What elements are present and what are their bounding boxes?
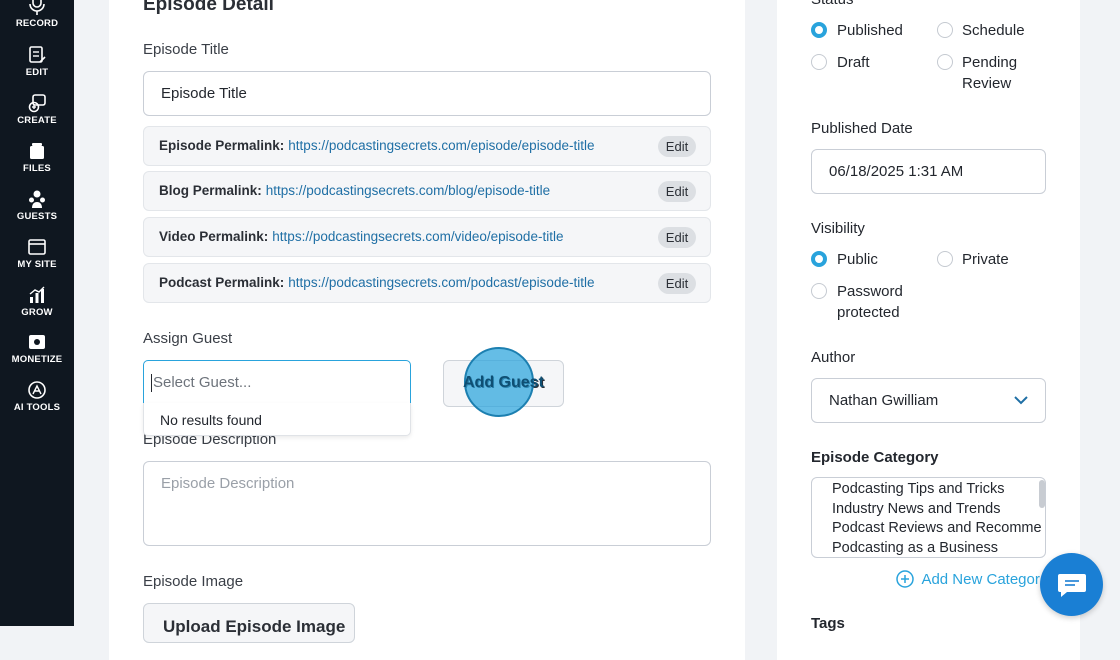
edit-document-icon bbox=[29, 46, 46, 63]
visibility-public-label: Public bbox=[837, 251, 878, 268]
visibility-public-radio[interactable] bbox=[811, 251, 827, 267]
podcast-permalink-link[interactable]: https://podcastingsecrets.com/podcast/ep… bbox=[288, 275, 594, 290]
episode-permalink-link[interactable]: https://podcastingsecrets.com/episode/ep… bbox=[288, 138, 594, 153]
status-published-label: Published bbox=[837, 22, 903, 39]
episode-description-textarea[interactable]: Episode Description bbox=[143, 461, 711, 546]
sidebar-item-label: MONETIZE bbox=[11, 354, 63, 365]
sidebar-item-label: GUESTS bbox=[16, 211, 58, 222]
status-published-radio[interactable] bbox=[811, 22, 827, 38]
status-label: Status bbox=[811, 0, 854, 8]
publish-settings-card bbox=[777, 0, 1080, 660]
edit-episode-permalink-button[interactable]: Edit bbox=[658, 136, 696, 157]
chat-widget-button[interactable] bbox=[1040, 553, 1103, 616]
chat-icon bbox=[1058, 574, 1086, 597]
edit-blog-permalink-button[interactable]: Edit bbox=[658, 181, 696, 202]
category-option[interactable]: Podcasting Tips and Tricks bbox=[832, 480, 1042, 500]
sidebar: RECORD EDIT CREATE FILES GUESTS MY SITE … bbox=[0, 0, 74, 626]
episode-description-placeholder: Episode Description bbox=[161, 475, 295, 492]
files-icon bbox=[30, 143, 44, 159]
status-draft-label: Draft bbox=[837, 54, 870, 71]
video-permalink-link[interactable]: https://podcastingsecrets.com/video/epis… bbox=[272, 229, 563, 244]
author-label: Author bbox=[811, 349, 856, 366]
guests-icon bbox=[29, 190, 45, 208]
guest-select-input[interactable]: Select Guest... bbox=[143, 360, 411, 404]
add-new-category-link[interactable]: Add New Categor bbox=[896, 570, 1046, 588]
podcast-permalink-label: Podcast Permalink: https://podcastingsecr… bbox=[159, 275, 595, 290]
status-pending-review-radio[interactable] bbox=[937, 54, 953, 70]
episode-title-value: Episode Title bbox=[161, 85, 247, 102]
sidebar-item-record[interactable]: RECORD bbox=[0, 0, 74, 29]
episode-category-label: Episode Category bbox=[811, 449, 939, 466]
author-value: Nathan Gwilliam bbox=[829, 392, 939, 409]
upload-button-label: Upload Episode Image bbox=[163, 617, 346, 636]
video-permalink-row: Video Permalink: https://podcastingsecret… bbox=[143, 217, 711, 257]
sidebar-item-label: EDIT bbox=[25, 67, 49, 78]
sidebar-item-guests[interactable]: GUESTS bbox=[0, 189, 74, 222]
money-icon bbox=[29, 335, 45, 349]
published-date-input[interactable]: 06/18/2025 1:31 AM bbox=[811, 149, 1046, 194]
episode-title-input[interactable]: Episode Title bbox=[143, 71, 711, 116]
microphone-icon bbox=[29, 0, 45, 15]
episode-permalink-label: Episode Permalink: https://podcastingsecr… bbox=[159, 138, 595, 153]
chart-icon bbox=[29, 286, 45, 303]
chevron-down-icon bbox=[1014, 396, 1028, 405]
site-icon bbox=[28, 239, 46, 255]
ai-tools-icon bbox=[28, 381, 46, 399]
author-select[interactable]: Nathan Gwilliam bbox=[811, 378, 1046, 423]
blog-permalink-link[interactable]: https://podcastingsecrets.com/blog/episo… bbox=[266, 183, 550, 198]
sidebar-item-label: AI TOOLS bbox=[13, 402, 61, 413]
edit-video-permalink-button[interactable]: Edit bbox=[658, 227, 696, 248]
no-results-message: No results found bbox=[160, 412, 262, 428]
status-draft-radio[interactable] bbox=[811, 54, 827, 70]
category-options: Podcasting Tips and Tricks Industry News… bbox=[832, 480, 1042, 557]
page-title: Episode Detail bbox=[143, 0, 274, 15]
visibility-label: Visibility bbox=[811, 220, 865, 237]
status-schedule-label: Schedule bbox=[962, 22, 1025, 39]
episode-title-label: Episode Title bbox=[143, 41, 229, 58]
podcast-permalink-row: Podcast Permalink: https://podcastingsecr… bbox=[143, 263, 711, 303]
visibility-private-radio[interactable] bbox=[937, 251, 953, 267]
edit-podcast-permalink-button[interactable]: Edit bbox=[658, 273, 696, 294]
status-pending-review-label: Pending Review bbox=[962, 54, 1018, 92]
blog-permalink-row: Blog Permalink: https://podcastingsecrets… bbox=[143, 171, 711, 211]
visibility-private-label: Private bbox=[962, 251, 1009, 268]
visibility-password-label: Password protected bbox=[837, 283, 903, 321]
add-guest-label-highlight: Add Guest bbox=[463, 374, 544, 391]
guest-select-placeholder: Select Guest... bbox=[153, 374, 252, 391]
visibility-password-radio[interactable] bbox=[811, 283, 827, 299]
sidebar-item-label: GROW bbox=[21, 307, 53, 318]
category-option[interactable]: Podcast Reviews and Recomme bbox=[832, 519, 1042, 539]
episode-image-label: Episode Image bbox=[143, 573, 244, 590]
category-option[interactable]: Podcasting as a Business bbox=[832, 539, 1042, 557]
sidebar-item-monetize[interactable]: MONETIZE bbox=[0, 332, 74, 365]
sidebar-item-edit[interactable]: EDIT bbox=[0, 45, 74, 78]
sidebar-item-files[interactable]: FILES bbox=[0, 141, 74, 174]
category-scrollbar[interactable] bbox=[1039, 480, 1045, 508]
sidebar-item-label: MY SITE bbox=[17, 259, 57, 270]
video-permalink-label: Video Permalink: https://podcastingsecret… bbox=[159, 229, 564, 244]
sidebar-item-my-site[interactable]: MY SITE bbox=[0, 237, 74, 270]
sidebar-item-label: CREATE bbox=[17, 115, 57, 126]
assign-guest-label: Assign Guest bbox=[143, 330, 233, 347]
sidebar-item-create[interactable]: CREATE bbox=[0, 93, 74, 126]
status-schedule-radio[interactable] bbox=[937, 22, 953, 38]
episode-category-list[interactable]: Podcasting Tips and Tricks Industry News… bbox=[811, 477, 1046, 558]
add-new-category-label: Add New Categor bbox=[921, 570, 1040, 588]
sidebar-item-grow[interactable]: GROW bbox=[0, 285, 74, 318]
plus-circle-icon bbox=[896, 570, 914, 588]
category-option[interactable]: Industry News and Trends bbox=[832, 500, 1042, 520]
text-cursor bbox=[151, 374, 152, 392]
episode-permalink-row: Episode Permalink: https://podcastingsecr… bbox=[143, 126, 711, 166]
sidebar-item-label: RECORD bbox=[15, 18, 59, 29]
tags-label: Tags bbox=[811, 615, 845, 632]
published-date-label: Published Date bbox=[811, 120, 913, 137]
published-date-value: 06/18/2025 1:31 AM bbox=[829, 163, 964, 180]
guest-dropdown: No results found bbox=[143, 403, 411, 436]
create-icon bbox=[28, 94, 46, 113]
upload-episode-image-button[interactable]: Upload Episode Image bbox=[143, 603, 355, 643]
blog-permalink-label: Blog Permalink: https://podcastingsecrets… bbox=[159, 183, 551, 198]
sidebar-item-label: FILES bbox=[23, 163, 51, 174]
sidebar-item-ai-tools[interactable]: AI TOOLS bbox=[0, 380, 74, 413]
